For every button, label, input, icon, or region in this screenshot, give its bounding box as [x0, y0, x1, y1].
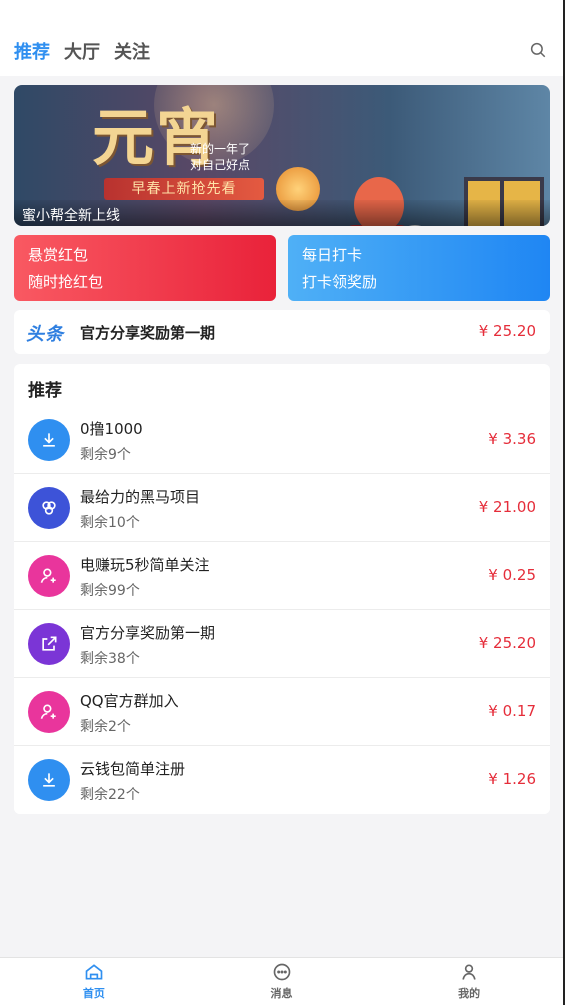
- banner-caption: 蜜小帮全新上线: [22, 208, 120, 224]
- top-header: 推荐 大厅 关注: [0, 0, 563, 76]
- download-icon: [28, 419, 70, 461]
- nav-label: 首页: [82, 987, 105, 1000]
- item-price: ¥ 25.20: [478, 634, 536, 652]
- list-item[interactable]: 官方分享奖励第一期 剩余38个 ¥ 25.20: [14, 610, 550, 678]
- item-title: 电赚玩5秒简单关注: [80, 556, 210, 574]
- notice-title: 官方分享奖励第一期: [80, 324, 216, 342]
- item-remaining: 剩余9个: [80, 447, 131, 463]
- user-add-icon: [28, 691, 70, 733]
- promo-subtitle: 打卡领奖励: [302, 273, 378, 291]
- headline-logo: 头条: [26, 324, 64, 345]
- tab-follow[interactable]: 关注: [114, 38, 150, 64]
- item-remaining: 剩余10个: [80, 515, 140, 531]
- nav-label: 我的: [458, 987, 481, 1000]
- item-price: ¥ 0.25: [488, 566, 536, 584]
- item-remaining: 剩余22个: [80, 787, 140, 803]
- list-item[interactable]: 最给力的黑马项目 剩余10个 ¥ 21.00: [14, 474, 550, 542]
- promo-subtitle: 随时抢红包: [28, 273, 104, 291]
- nav-messages[interactable]: 消息: [188, 958, 376, 1005]
- item-remaining: 剩余2个: [80, 719, 131, 735]
- nav-home[interactable]: 首页: [0, 958, 188, 1005]
- user-add-icon: [28, 555, 70, 597]
- tab-hall[interactable]: 大厅: [64, 38, 100, 64]
- promo-title: 悬赏红包: [28, 246, 89, 264]
- notice-price: ¥ 25.20: [478, 322, 536, 340]
- item-title: 官方分享奖励第一期: [80, 624, 216, 642]
- promo-title: 每日打卡: [302, 246, 363, 264]
- item-remaining: 剩余38个: [80, 651, 140, 667]
- item-price: ¥ 21.00: [478, 498, 536, 516]
- item-title: 云钱包简单注册: [80, 760, 186, 778]
- item-title: 最给力的黑马项目: [80, 488, 201, 506]
- top-tabs: 推荐 大厅 关注: [14, 38, 150, 64]
- item-remaining: 剩余99个: [80, 583, 140, 599]
- banner-carousel[interactable]: 元宵 新的一年了 对自己好点 早春上新抢先看 蜜小帮全新上线: [14, 85, 550, 226]
- home-icon: [85, 964, 103, 980]
- item-title: QQ官方群加入: [80, 692, 179, 710]
- item-price: ¥ 0.17: [488, 702, 536, 720]
- banner-subtitle: 新的一年了 对自己好点: [190, 141, 250, 173]
- list-item[interactable]: 0撸1000 剩余9个 ¥ 3.36: [14, 406, 550, 474]
- nav-profile[interactable]: 我的: [375, 958, 563, 1005]
- promo-card-bounty-redpacket[interactable]: 悬赏红包 随时抢红包: [14, 235, 276, 301]
- list-item[interactable]: 云钱包简单注册 剩余22个 ¥ 1.26: [14, 746, 550, 814]
- item-price: ¥ 3.36: [488, 430, 536, 448]
- headline-notice[interactable]: 头条 官方分享奖励第一期 ¥ 25.20: [14, 310, 550, 354]
- banner-cta: 早春上新抢先看: [104, 178, 264, 200]
- item-title: 0撸1000: [80, 420, 143, 438]
- message-icon: [273, 963, 290, 981]
- banner-subtitle-line2: 对自己好点: [190, 158, 251, 172]
- section-title: 推荐: [28, 381, 62, 401]
- download-icon: [28, 759, 70, 801]
- list-item[interactable]: QQ官方群加入 剩余2个 ¥ 0.17: [14, 678, 550, 746]
- nav-label: 消息: [270, 987, 293, 1000]
- list-item[interactable]: 电赚玩5秒简单关注 剩余99个 ¥ 0.25: [14, 542, 550, 610]
- user-icon: [462, 964, 476, 980]
- search-icon[interactable]: [529, 41, 547, 59]
- promo-card-daily-checkin[interactable]: 每日打卡 打卡领奖励: [288, 235, 550, 301]
- share-icon: [28, 623, 70, 665]
- tab-recommend[interactable]: 推荐: [14, 38, 50, 64]
- banner-subtitle-line1: 新的一年了: [190, 142, 251, 156]
- item-price: ¥ 1.26: [488, 770, 536, 788]
- bottom-tab-bar: 首页 消息 我的: [0, 957, 563, 1005]
- circles-icon: [28, 487, 70, 529]
